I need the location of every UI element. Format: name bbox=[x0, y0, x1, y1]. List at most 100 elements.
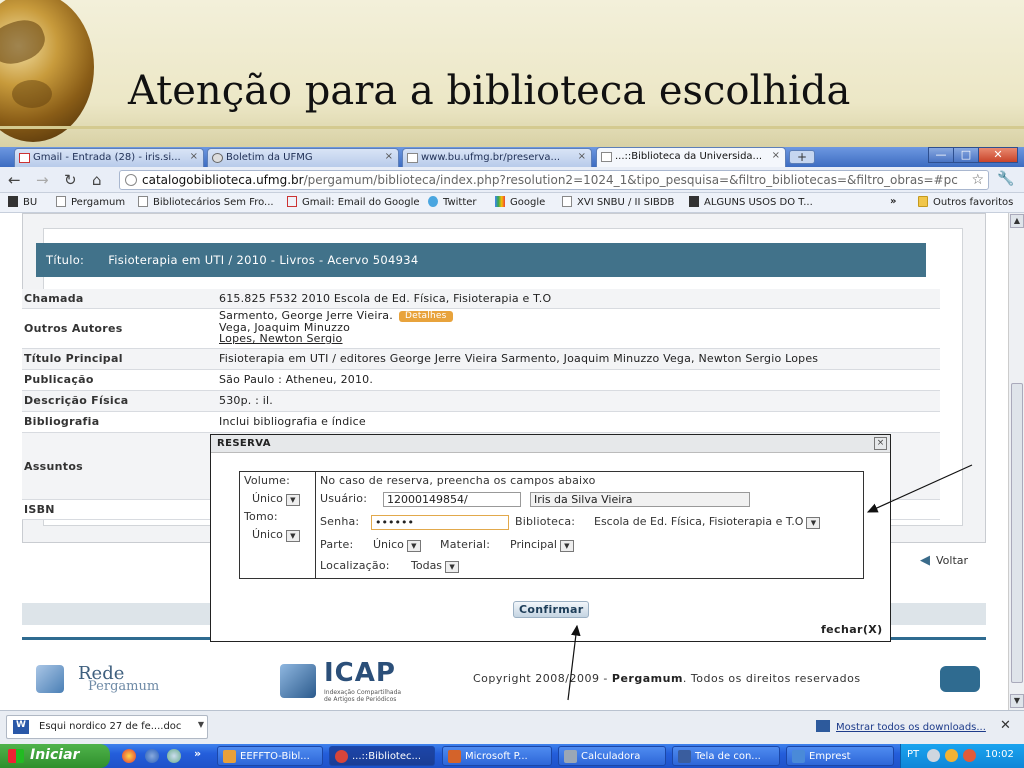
details-button[interactable]: Detalhes bbox=[398, 311, 453, 322]
more-quicklaunch-icon[interactable]: » bbox=[194, 747, 201, 760]
bookmark-star-icon[interactable]: ☆ bbox=[971, 172, 984, 188]
network-tray-icon[interactable] bbox=[963, 749, 976, 762]
parte-select[interactable]: Único ▼ bbox=[373, 538, 421, 553]
scroll-down-icon[interactable]: ▼ bbox=[1010, 694, 1024, 708]
page-icon bbox=[138, 196, 148, 207]
show-all-downloads-link[interactable]: Mostrar todos os downloads... bbox=[816, 720, 986, 733]
bookmark-gmail[interactable]: Gmail: Email do Google bbox=[287, 196, 420, 208]
download-bar: W Esqui nordico 27 de fe....doc ▼ Mostra… bbox=[0, 710, 1024, 744]
bookmark-label: Gmail: Email do Google bbox=[302, 197, 420, 208]
reload-icon[interactable]: ↻ bbox=[64, 171, 77, 189]
tab-boletim[interactable]: Boletim da UFMG × bbox=[207, 148, 399, 167]
usuario-input[interactable]: 12000149854/ bbox=[383, 492, 521, 507]
tomo-select[interactable]: Único ▼ bbox=[252, 528, 300, 543]
volume-value: Único bbox=[252, 492, 283, 505]
app-icon bbox=[792, 750, 805, 763]
google-icon bbox=[495, 196, 505, 207]
bookmark-bu[interactable]: BU bbox=[8, 196, 37, 208]
film-icon bbox=[689, 196, 699, 207]
biblioteca-select[interactable]: Escola de Ed. Física, Fisioterapia e T.O… bbox=[594, 515, 821, 530]
chevron-down-icon: ▼ bbox=[806, 517, 821, 529]
taskbar-button-biblioteca[interactable]: ...::Bibliotec... bbox=[329, 746, 435, 766]
chevron-down-icon[interactable]: ▼ bbox=[198, 720, 204, 729]
user-name-field: Iris da Silva Vieira bbox=[530, 492, 750, 507]
back-icon[interactable]: ← bbox=[8, 171, 21, 189]
taskbar-button-eeffto[interactable]: EEFFTO-Bibl... bbox=[217, 746, 323, 766]
scroll-thumb[interactable] bbox=[1011, 383, 1023, 683]
more-bookmarks-icon[interactable]: » bbox=[890, 196, 896, 207]
close-tab-icon[interactable]: × bbox=[578, 151, 586, 162]
volume-select[interactable]: Único ▼ bbox=[252, 492, 300, 507]
slide-title: Atenção para a biblioteca escolhida bbox=[128, 68, 851, 114]
senha-input[interactable]: •••••• bbox=[371, 515, 509, 530]
tomo-label: Tomo: bbox=[244, 510, 278, 523]
close-window-button[interactable]: ✕ bbox=[978, 147, 1018, 163]
close-tab-icon[interactable]: × bbox=[385, 151, 393, 162]
usuario-label: Usuário: bbox=[320, 492, 368, 505]
bookmark-bibliotecarios[interactable]: Bibliotecários Sem Fro... bbox=[138, 196, 274, 208]
taskbar-label: Emprest bbox=[809, 751, 851, 762]
bookmark-usos[interactable]: ALGUNS USOS DO T... bbox=[689, 196, 813, 208]
tab-bu[interactable]: www.bu.ufmg.br/preserva... × bbox=[402, 148, 592, 167]
author-3[interactable]: Lopes, Newton Sergio bbox=[219, 332, 343, 345]
fechar-link[interactable]: fechar(X) bbox=[821, 623, 883, 636]
material-select[interactable]: Principal ▼ bbox=[510, 538, 574, 553]
maximize-button[interactable]: □ bbox=[953, 147, 979, 163]
home-icon[interactable]: ⌂ bbox=[92, 171, 102, 189]
taskbar-label: Calculadora bbox=[581, 751, 641, 762]
volume-label: Volume: bbox=[244, 474, 291, 487]
volume-column: Volume: Único ▼ Tomo: Único ▼ bbox=[240, 472, 316, 578]
taskbar-button-tela[interactable]: Tela de con... bbox=[672, 746, 780, 766]
cube-icon bbox=[36, 665, 64, 693]
gmail-icon bbox=[19, 153, 30, 163]
taskbar-label: ...::Bibliotec... bbox=[352, 751, 422, 762]
expand-tray-icon[interactable] bbox=[927, 749, 940, 762]
browser-tab-bar: Gmail - Entrada (28) - iris.si... × Bole… bbox=[0, 147, 1024, 167]
close-download-bar-icon[interactable]: ✕ bbox=[1000, 718, 1011, 733]
taskbar-button-powerpoint[interactable]: Microsoft P... bbox=[442, 746, 552, 766]
download-item[interactable]: W Esqui nordico 27 de fe....doc ▼ bbox=[6, 715, 208, 739]
bookmark-google[interactable]: Google bbox=[495, 196, 545, 208]
taskbar-button-emprest[interactable]: Emprest bbox=[786, 746, 894, 766]
site-info-icon[interactable] bbox=[125, 174, 137, 186]
address-bar[interactable]: catalogobiblioteca.ufmg.br/pergamum/bibl… bbox=[119, 170, 989, 190]
close-tab-icon[interactable]: × bbox=[772, 150, 780, 161]
gmail-icon bbox=[287, 196, 297, 207]
ie-quicklaunch-icon[interactable] bbox=[145, 749, 159, 763]
bookmark-pergamum[interactable]: Pergamum bbox=[56, 196, 125, 208]
forward-icon[interactable]: → bbox=[36, 171, 49, 189]
user-tray-icon[interactable] bbox=[945, 749, 958, 762]
windows-logo-icon bbox=[8, 749, 24, 763]
confirmar-button[interactable]: Confirmar bbox=[513, 601, 590, 618]
chrome-quicklaunch-icon[interactable] bbox=[122, 749, 136, 763]
row-value: 530p. : il. bbox=[219, 394, 273, 407]
page-scrollbar[interactable]: ▲ ▼ bbox=[1008, 213, 1024, 710]
bookmark-snbu[interactable]: XVI SNBU / II SIBDB bbox=[562, 196, 674, 208]
row-key: Título Principal bbox=[24, 352, 123, 365]
tab-biblioteca[interactable]: ...::Biblioteca da Universida... × bbox=[596, 147, 786, 167]
language-indicator[interactable]: PT bbox=[907, 749, 919, 760]
voltar-link[interactable]: ◀ Voltar bbox=[920, 553, 968, 568]
reserva-modal: RESERVA × Volume: Único ▼ Tomo: Único ▼ No… bbox=[210, 434, 891, 642]
other-bookmarks[interactable]: Outros favoritos bbox=[918, 196, 1013, 208]
wrench-icon[interactable]: 🔧 bbox=[997, 171, 1014, 187]
app-quicklaunch-icon[interactable] bbox=[167, 749, 181, 763]
close-tab-icon[interactable]: × bbox=[190, 151, 198, 162]
chevron-down-icon: ▼ bbox=[445, 561, 460, 573]
localizacao-select[interactable]: Todas ▼ bbox=[411, 559, 460, 574]
tab-gmail[interactable]: Gmail - Entrada (28) - iris.si... × bbox=[14, 148, 204, 167]
authors-list: Sarmento, George Jerre Vieira. Detalhes V… bbox=[219, 310, 453, 344]
clock: 10:02 bbox=[985, 749, 1014, 760]
taskbar-button-calculadora[interactable]: Calculadora bbox=[558, 746, 666, 766]
record-row: Publicação São Paulo : Atheneu, 2010. bbox=[22, 370, 940, 391]
localizacao-value: Todas bbox=[411, 559, 443, 572]
window-icon bbox=[678, 750, 691, 763]
start-button[interactable]: Iniciar bbox=[0, 744, 110, 768]
new-tab-button[interactable]: + bbox=[789, 150, 815, 164]
bookmark-twitter[interactable]: Twitter bbox=[428, 196, 477, 208]
close-icon[interactable]: × bbox=[874, 437, 887, 450]
bookmark-label: ALGUNS USOS DO T... bbox=[704, 197, 813, 208]
scroll-up-icon[interactable]: ▲ bbox=[1010, 214, 1024, 228]
minimize-button[interactable]: — bbox=[928, 147, 954, 163]
localizacao-label: Localização: bbox=[320, 559, 390, 572]
